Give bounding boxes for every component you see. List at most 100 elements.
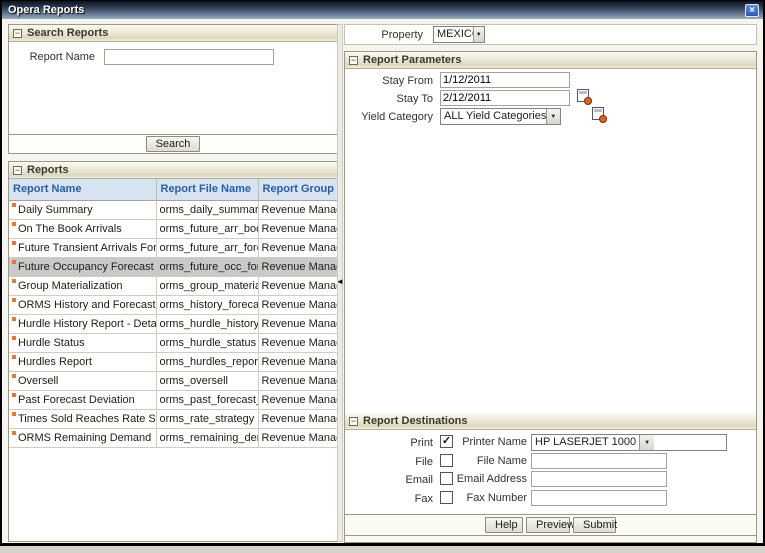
collapse-icon[interactable]: −: [349, 417, 358, 426]
reports-panel: − Reports Report Name Report File Name R…: [8, 161, 338, 542]
cell-report-group[interactable]: Revenue Manage...: [258, 257, 337, 276]
cell-report-group[interactable]: Revenue Manage...: [258, 295, 337, 314]
cell-report-file-name[interactable]: orms_group_materialization: [156, 276, 258, 295]
panel-splitter[interactable]: ◄: [337, 24, 343, 542]
cell-report-name[interactable]: Daily Summary: [9, 200, 156, 219]
dropdown-arrow-icon[interactable]: ▼: [546, 109, 560, 124]
yield-category-dropdown[interactable]: ALL Yield Categories ▼: [440, 108, 561, 125]
cell-report-group[interactable]: Revenue Manage...: [258, 200, 337, 219]
table-row[interactable]: ORMS History and Forecastorms_history_fo…: [9, 295, 337, 314]
required-marker-icon: [12, 203, 16, 207]
report-destinations-header: − Report Destinations: [345, 413, 756, 430]
table-row[interactable]: Hurdles Reportorms_hurdles_reportRevenue…: [9, 352, 337, 371]
stay-to-input[interactable]: [440, 90, 570, 106]
table-row[interactable]: Times Sold Reaches Rate Strategiesorms_r…: [9, 409, 337, 428]
report-name-input[interactable]: [104, 49, 274, 65]
dropdown-arrow-icon[interactable]: ▼: [639, 435, 654, 450]
opera-reports-window: Opera Reports × − Search Reports Report …: [0, 0, 765, 546]
cell-report-group[interactable]: Revenue Manage...: [258, 314, 337, 333]
required-marker-icon: [12, 393, 16, 397]
file-name-input[interactable]: [531, 453, 667, 469]
cell-report-group[interactable]: Revenue Manage...: [258, 371, 337, 390]
table-row[interactable]: Past Forecast Deviationorms_past_forecas…: [9, 390, 337, 409]
cell-report-name[interactable]: Future Transient Arrivals Forecast: [9, 238, 156, 257]
section-title-search-reports: Search Reports: [27, 27, 108, 39]
preview-button[interactable]: Preview: [526, 517, 570, 533]
column-header-report-group[interactable]: Report Group: [258, 179, 337, 200]
destination-checkbox[interactable]: [440, 472, 453, 485]
cell-report-name[interactable]: Hurdle History Report - Detailed: [9, 314, 156, 333]
printer-name-dropdown[interactable]: HP LASERJET 1000 ▼: [531, 434, 727, 451]
close-button[interactable]: ×: [745, 4, 759, 17]
cell-report-file-name[interactable]: orms_hurdles_report: [156, 352, 258, 371]
cell-report-file-name[interactable]: orms_daily_summary: [156, 200, 258, 219]
cell-report-file-name[interactable]: orms_hurdle_status: [156, 333, 258, 352]
splitter-collapse-icon[interactable]: ◄: [336, 278, 344, 286]
cell-report-file-name[interactable]: orms_future_arr_booked: [156, 219, 258, 238]
reports-header: − Reports: [9, 162, 337, 179]
email-address-input[interactable]: [531, 471, 667, 487]
cell-report-name[interactable]: ORMS History and Forecast: [9, 295, 156, 314]
collapse-icon[interactable]: −: [13, 29, 22, 38]
table-row[interactable]: Future Occupancy Forecastorms_future_occ…: [9, 257, 337, 276]
right-panel: − Report Parameters Stay From Stay To Yi…: [344, 51, 757, 543]
table-row[interactable]: Daily Summaryorms_daily_summaryRevenue M…: [9, 200, 337, 219]
help-button[interactable]: Help: [485, 517, 523, 533]
submit-button[interactable]: Submit: [573, 517, 616, 533]
calendar-picker-icon[interactable]: [577, 89, 589, 102]
destination-checkbox[interactable]: ✓: [440, 435, 453, 448]
search-reports-header: − Search Reports: [9, 25, 337, 42]
stay-from-input[interactable]: [440, 72, 570, 88]
cell-report-group[interactable]: Revenue Manage...: [258, 352, 337, 371]
cell-report-name[interactable]: Hurdle Status: [9, 333, 156, 352]
cell-report-group[interactable]: Revenue Manage...: [258, 428, 337, 447]
cell-report-group[interactable]: Revenue Manage...: [258, 409, 337, 428]
cell-report-group[interactable]: Revenue Manage...: [258, 276, 337, 295]
table-row[interactable]: Group Materializationorms_group_material…: [9, 276, 337, 295]
cell-report-name[interactable]: Hurdles Report: [9, 352, 156, 371]
cell-report-file-name[interactable]: orms_rate_strategy: [156, 409, 258, 428]
dropdown-arrow-icon[interactable]: ▼: [473, 27, 484, 42]
search-reports-panel: − Search Reports Report Name Search: [8, 24, 338, 154]
required-marker-icon: [12, 374, 16, 378]
cell-report-file-name[interactable]: orms_hurdle_history: [156, 314, 258, 333]
table-row[interactable]: On The Book Arrivalsorms_future_arr_book…: [9, 219, 337, 238]
cell-report-group[interactable]: Revenue Manage...: [258, 390, 337, 409]
cell-report-name[interactable]: Group Materialization: [9, 276, 156, 295]
cell-report-file-name[interactable]: orms_past_forecast_dev...: [156, 390, 258, 409]
column-header-report-file-name[interactable]: Report File Name: [156, 179, 258, 200]
table-row[interactable]: Future Transient Arrivals Forecastorms_f…: [9, 238, 337, 257]
cell-report-name[interactable]: Oversell: [9, 371, 156, 390]
fax-number-input[interactable]: [531, 490, 667, 506]
destination-checkbox[interactable]: [440, 454, 453, 467]
section-title-reports: Reports: [27, 164, 69, 176]
table-row[interactable]: Oversellorms_oversellRevenue Manage...: [9, 371, 337, 390]
report-parameters-header: − Report Parameters: [345, 52, 756, 69]
cell-report-file-name[interactable]: orms_future_arr_forecast: [156, 238, 258, 257]
stay-to-label: Stay To: [345, 93, 433, 105]
cell-report-group[interactable]: Revenue Manage...: [258, 238, 337, 257]
cell-report-name[interactable]: Times Sold Reaches Rate Strategies: [9, 409, 156, 428]
cell-report-name[interactable]: Future Occupancy Forecast: [9, 257, 156, 276]
collapse-icon[interactable]: −: [349, 56, 358, 65]
table-row[interactable]: Hurdle Statusorms_hurdle_statusRevenue M…: [9, 333, 337, 352]
search-button[interactable]: Search: [146, 136, 201, 152]
table-row[interactable]: ORMS Remaining Demandorms_remaining_dema…: [9, 428, 337, 447]
cell-report-name[interactable]: Past Forecast Deviation: [9, 390, 156, 409]
cell-report-group[interactable]: Revenue Manage...: [258, 333, 337, 352]
cell-report-group[interactable]: Revenue Manage...: [258, 219, 337, 238]
table-row[interactable]: Hurdle History Report - Detailedorms_hur…: [9, 314, 337, 333]
reports-table-body: Daily Summaryorms_daily_summaryRevenue M…: [9, 200, 337, 447]
cell-report-name[interactable]: On The Book Arrivals: [9, 219, 156, 238]
collapse-icon[interactable]: −: [13, 166, 22, 175]
property-dropdown[interactable]: MEXICO ▼: [433, 26, 485, 43]
cell-report-file-name[interactable]: orms_oversell: [156, 371, 258, 390]
title-bar: Opera Reports ×: [2, 1, 763, 19]
cell-report-file-name[interactable]: orms_future_occ_forecast: [156, 257, 258, 276]
destination-checkbox[interactable]: [440, 491, 453, 504]
cell-report-file-name[interactable]: orms_history_forecast: [156, 295, 258, 314]
calendar-picker-icon[interactable]: [592, 107, 604, 120]
column-header-report-name[interactable]: Report Name: [9, 179, 156, 200]
cell-report-name[interactable]: ORMS Remaining Demand: [9, 428, 156, 447]
cell-report-file-name[interactable]: orms_remaining_demand: [156, 428, 258, 447]
